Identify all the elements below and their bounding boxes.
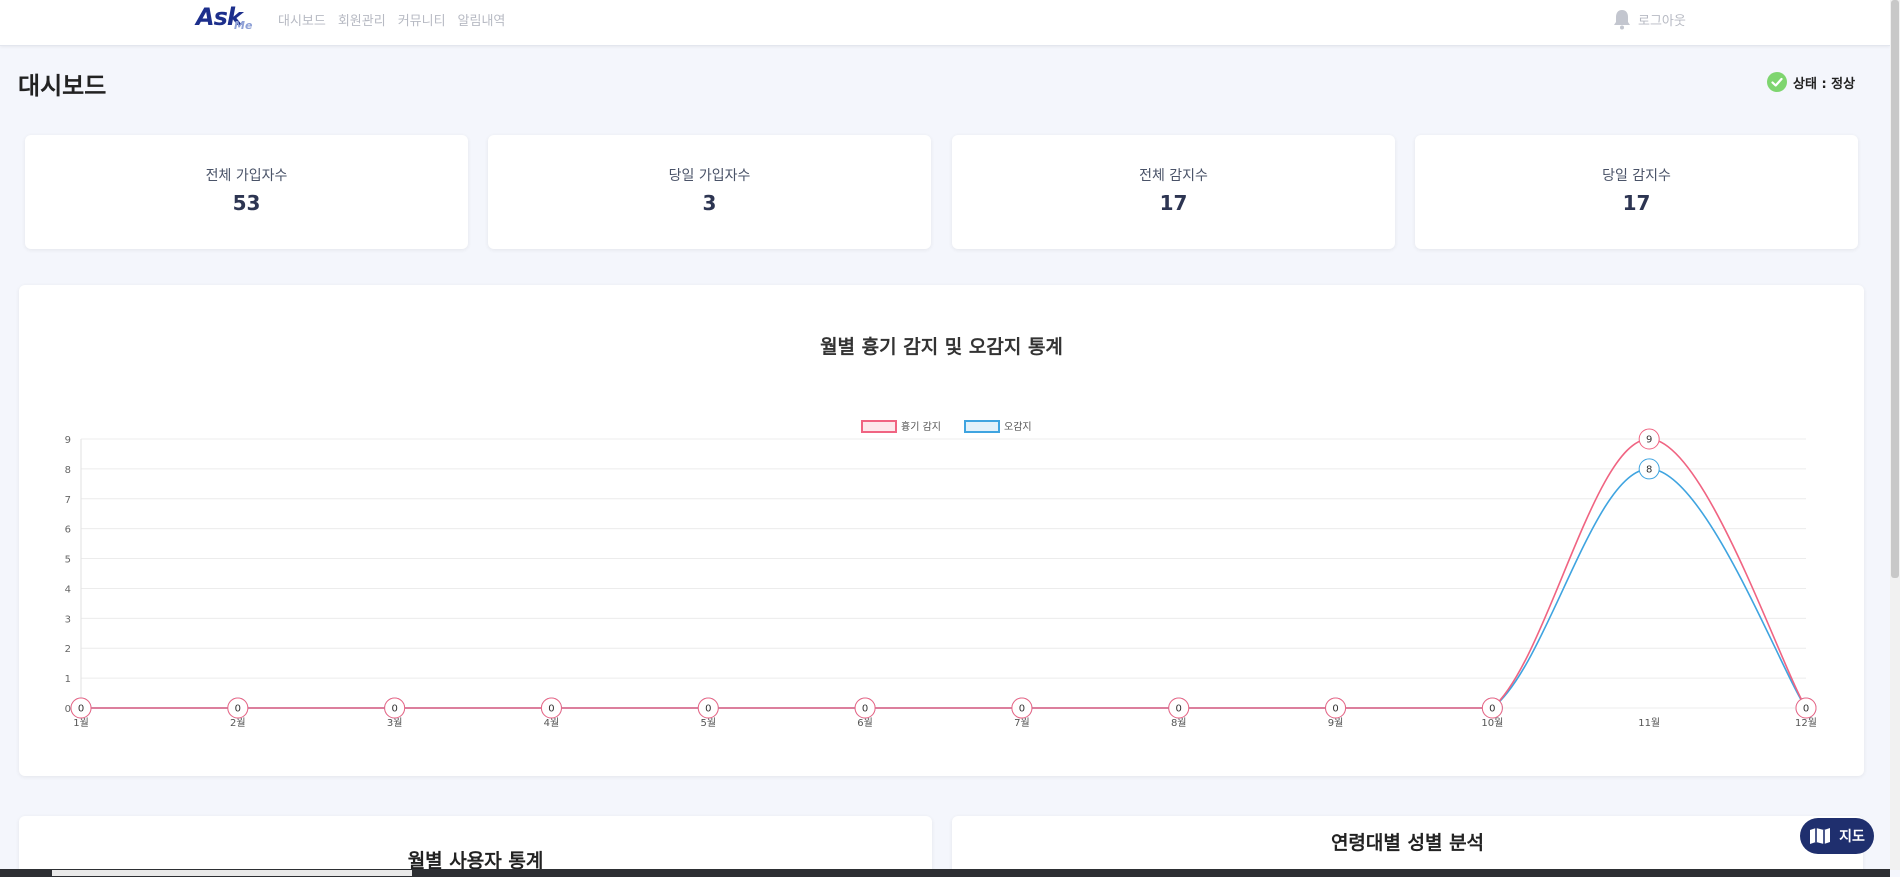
bell-icon[interactable] [1612, 8, 1632, 30]
map-button[interactable]: 지도 [1800, 818, 1874, 854]
y-tick-label: 9 [65, 435, 71, 446]
check-circle-icon [1767, 72, 1787, 92]
stat-value: 53 [232, 191, 261, 215]
y-tick-label: 1 [65, 674, 71, 685]
x-tick-label: 4월 [544, 717, 560, 729]
data-label: 0 [78, 704, 84, 715]
x-tick-label: 9월 [1328, 717, 1344, 729]
data-label: 0 [1332, 704, 1338, 715]
data-label: 0 [1176, 704, 1182, 715]
stat-card-today-detections: 당일 감지수 17 [1415, 135, 1858, 249]
vertical-scrollbar[interactable] [1890, 0, 1900, 870]
legend-swatch [861, 420, 897, 433]
x-tick-label: 7월 [1014, 717, 1030, 729]
status-indicator: 상태 : 정상 [1767, 72, 1855, 92]
data-label: 0 [862, 704, 868, 715]
y-tick-label: 6 [65, 525, 71, 536]
map-icon [1810, 828, 1831, 844]
logo-subtext: Me [234, 19, 253, 32]
nav-dashboard[interactable]: 대시보드 [278, 10, 326, 29]
y-tick-label: 0 [65, 704, 71, 715]
x-tick-label: 6월 [857, 717, 873, 729]
horizontal-scrollbar[interactable] [0, 869, 1890, 877]
nav-community[interactable]: 커뮤니티 [398, 10, 446, 29]
stat-label: 당일 가입자수 [668, 168, 751, 184]
stat-value: 17 [1622, 191, 1651, 215]
series-line [81, 438, 1807, 709]
top-navigation-bar: Ask Me 대시보드 회원관리 커뮤니티 알림내역 로그아웃 [0, 0, 1890, 46]
nav-notifications[interactable]: 알림내역 [458, 10, 506, 29]
stat-value: 3 [702, 191, 717, 215]
stat-label: 전체 감지수 [1139, 168, 1208, 184]
x-tick-label: 3월 [387, 717, 403, 729]
scrollbar-thumb[interactable] [1891, 0, 1899, 578]
nav-members[interactable]: 회원관리 [338, 10, 386, 29]
stat-label: 당일 감지수 [1602, 168, 1671, 184]
logo[interactable]: Ask Me [196, 3, 260, 33]
y-tick-label: 5 [65, 555, 71, 566]
x-tick-label: 8월 [1171, 717, 1187, 729]
status-text: 상태 : 정상 [1793, 76, 1856, 92]
stat-card-today-users: 당일 가입자수 3 [488, 135, 931, 249]
monthly-users-panel: 월별 사용자 통계 [19, 816, 932, 877]
data-label: 0 [1803, 704, 1809, 715]
x-tick-label: 12월 [1795, 717, 1817, 729]
data-label: 0 [705, 704, 711, 715]
scrollbar-thumb[interactable] [52, 870, 412, 876]
line-chart: 0 1 2 3 4 5 6 7 8 9 1월 2월 3월 4월 5월 6월 7월 8월 9월 10월 11월 12월 흉기 … [65, 420, 1817, 729]
y-tick-label: 2 [65, 644, 71, 655]
legend-swatch [964, 420, 1000, 433]
main-nav: 대시보드 회원관리 커뮤니티 알림내역 [278, 10, 505, 29]
x-tick-label: 1월 [73, 717, 89, 729]
x-tick-label: 10월 [1481, 717, 1503, 729]
stat-label: 전체 가입자수 [205, 168, 288, 184]
y-tick-label: 7 [65, 495, 71, 506]
data-label: 9 [1646, 435, 1652, 446]
logout-link[interactable]: 로그아웃 [1638, 10, 1686, 29]
data-label: 0 [1489, 704, 1495, 715]
data-label: 0 [548, 704, 554, 715]
x-tick-label: 5월 [700, 717, 716, 729]
y-tick-label: 4 [65, 584, 71, 595]
map-button-label: 지도 [1839, 829, 1865, 845]
x-tick-label: 2월 [230, 717, 246, 729]
data-label: 0 [235, 704, 241, 715]
stat-card-total-users: 전체 가입자수 53 [25, 135, 468, 249]
y-tick-label: 8 [65, 465, 71, 476]
data-label: 0 [1019, 704, 1025, 715]
y-tick-label: 3 [65, 614, 71, 625]
stat-value: 17 [1159, 191, 1188, 215]
stat-card-total-detections: 전체 감지수 17 [952, 135, 1395, 249]
age-gender-panel: 연령대별 성별 분석 [952, 816, 1863, 877]
monthly-detection-chart-panel: 월별 흉기 감지 및 오감지 통계 0 1 2 3 4 5 6 7 8 9 1월 2월 3월 4월 5월 6월… [19, 285, 1864, 776]
legend-label: 흉기 감지 [901, 420, 941, 433]
panel-title: 연령대별 성별 분석 [1330, 832, 1485, 854]
page-title: 대시보드 [18, 72, 107, 100]
x-tick-label: 11월 [1638, 717, 1660, 729]
data-label: 8 [1646, 464, 1652, 475]
legend-label: 오감지 [1004, 421, 1032, 433]
data-label: 0 [391, 704, 397, 715]
